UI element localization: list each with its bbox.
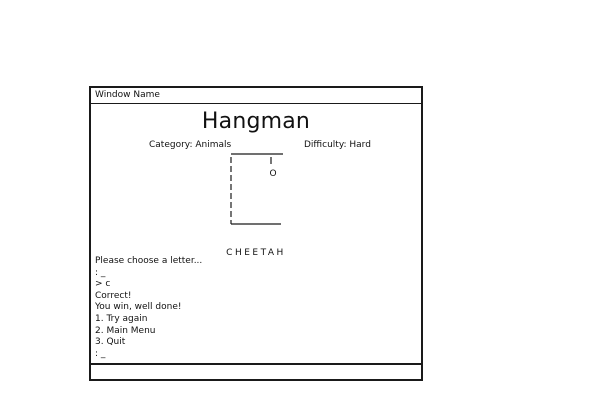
console-line: Correct! xyxy=(95,290,132,301)
menu-option-main-menu[interactable]: 2. Main Menu xyxy=(95,326,202,338)
hangman-head: O xyxy=(269,169,276,179)
menu-option-quit[interactable]: 3. Quit xyxy=(95,337,202,349)
app-window: Window Name Hangman Category: Animals Di… xyxy=(89,86,423,381)
menu-option-try-again[interactable]: 1. Try again xyxy=(95,314,202,326)
game-title: Hangman xyxy=(201,109,311,134)
console-output: Please choose a letter... : _ > c Correc… xyxy=(95,256,202,360)
difficulty-label: Difficulty: Hard xyxy=(304,140,371,150)
window-title: Window Name xyxy=(91,88,421,104)
console-line: > c xyxy=(95,279,111,290)
category-label: Category: Animals xyxy=(149,140,232,150)
gallows-drawing: O xyxy=(230,153,283,225)
console-line: Please choose a letter... xyxy=(95,256,203,266)
console-prompt[interactable]: : _ xyxy=(95,349,202,361)
status-bar xyxy=(91,363,421,379)
console-line: You win, well done! xyxy=(95,302,182,313)
console-prompt[interactable]: : _ xyxy=(95,268,202,280)
